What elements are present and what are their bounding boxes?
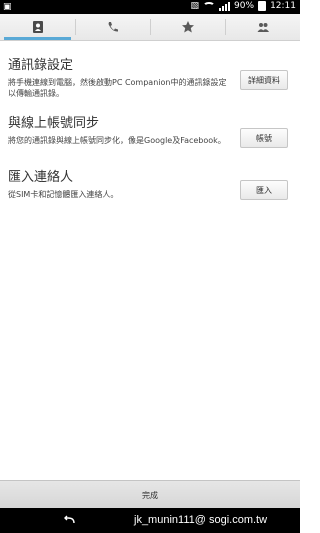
tab-contacts[interactable] xyxy=(0,14,75,40)
battery-percent: 90% xyxy=(234,1,255,11)
wifi-icon xyxy=(203,2,216,10)
import-button[interactable]: 匯入 xyxy=(240,180,288,200)
tab-favorites[interactable] xyxy=(150,14,225,40)
accounts-button[interactable]: 帳號 xyxy=(240,128,288,148)
done-label: 完成 xyxy=(142,490,158,500)
image-notification-icon: ▣ xyxy=(3,2,12,12)
section-online-sync: 與線上帳號同步 將您的通訊錄與線上帳號同步化，像是Google及Facebook… xyxy=(8,112,292,148)
section-description: 將手機連線到電腦，然後啟動PC Companion中的通訊錄設定以傳輸通訊錄。 xyxy=(8,78,227,98)
tab-groups[interactable] xyxy=(225,14,300,40)
navigation-bar: jk_munin111@ sogi.com.tw xyxy=(0,508,300,533)
signal-icon xyxy=(219,1,231,11)
tab-phone[interactable] xyxy=(75,14,150,40)
section-contacts-setup: 通訊錄設定 將手機連線到電腦，然後啟動PC Companion中的通訊錄設定以傳… xyxy=(8,54,292,99)
status-bar: ▣ ▧ 90% 12:11 xyxy=(0,0,300,14)
section-import-contacts: 匯入連絡人 從SIM卡和記憶體匯入連絡人。 匯入 xyxy=(8,166,292,200)
clock: 12:11 xyxy=(270,1,296,11)
battery-icon xyxy=(258,1,267,11)
groups-icon xyxy=(257,23,269,32)
section-description: 將您的通訊錄與線上帳號同步化，像是Google及Facebook。 xyxy=(8,136,226,145)
star-icon xyxy=(181,21,194,33)
contacts-icon xyxy=(32,21,43,33)
watermark: jk_munin111@ sogi.com.tw xyxy=(134,514,268,526)
tab-bar xyxy=(0,14,300,41)
section-description: 從SIM卡和記憶體匯入連絡人。 xyxy=(8,190,119,199)
details-button[interactable]: 詳細資料 xyxy=(240,70,288,90)
back-icon[interactable] xyxy=(62,515,76,525)
phone-icon xyxy=(108,22,118,32)
nfc-icon: ▧ xyxy=(190,1,200,11)
done-button[interactable]: 完成 xyxy=(0,480,300,509)
status-icons: ▧ 90% 12:11 xyxy=(191,1,296,11)
